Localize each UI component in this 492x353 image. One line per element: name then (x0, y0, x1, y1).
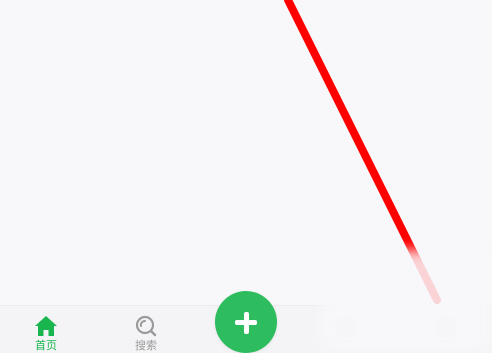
add-button[interactable] (215, 291, 277, 353)
home-icon (35, 316, 57, 336)
tab-home[interactable]: 首页 (16, 306, 76, 353)
blurred-region (320, 250, 492, 352)
tab-search-label: 搜索 (135, 339, 157, 352)
tab-search[interactable]: 搜索 (116, 306, 176, 353)
search-icon (135, 315, 157, 337)
tab-home-label: 首页 (35, 339, 57, 352)
